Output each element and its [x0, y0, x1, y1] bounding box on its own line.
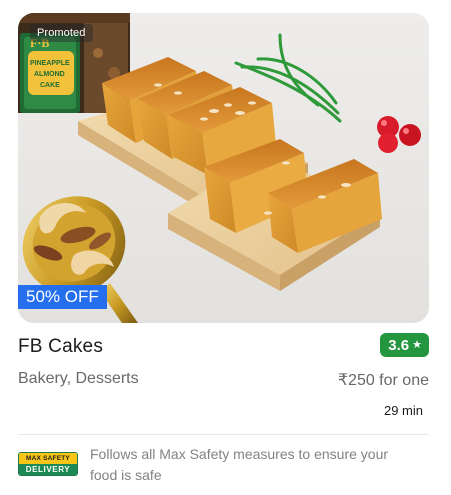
divider [18, 434, 429, 435]
rating-badge: 3.6 ★ [380, 333, 429, 357]
rating-value: 3.6 [388, 336, 410, 354]
svg-text:CAKE: CAKE [40, 82, 60, 89]
safety-message: Follows all Max Safety measures to ensur… [90, 446, 389, 483]
restaurant-image[interactable]: F·B PINEAPPLE ALMOND CAKE [18, 13, 429, 323]
restaurant-name[interactable]: FB Cakes [18, 336, 103, 358]
svg-text:ALMOND: ALMOND [34, 71, 65, 78]
svg-text:PINEAPPLE: PINEAPPLE [30, 60, 70, 67]
offer-badge: 50% OFF [18, 285, 107, 309]
cake-photo: F·B PINEAPPLE ALMOND CAKE [18, 13, 429, 323]
cuisine-list: Bakery, Desserts [18, 370, 139, 387]
delivery-time: 29 min [383, 403, 423, 418]
max-safety-badge-icon: MAX SAFETY DELIVERY [18, 452, 78, 476]
badge-top-text: MAX SAFETY [19, 453, 77, 464]
price-for-one: ₹250 for one [337, 372, 429, 389]
promoted-label: Promoted [30, 24, 93, 42]
badge-bottom-text: DELIVERY [19, 464, 77, 475]
restaurant-card[interactable]: F·B PINEAPPLE ALMOND CAKE Promoted 50% O… [0, 0, 451, 495]
star-icon: ★ [412, 338, 422, 351]
